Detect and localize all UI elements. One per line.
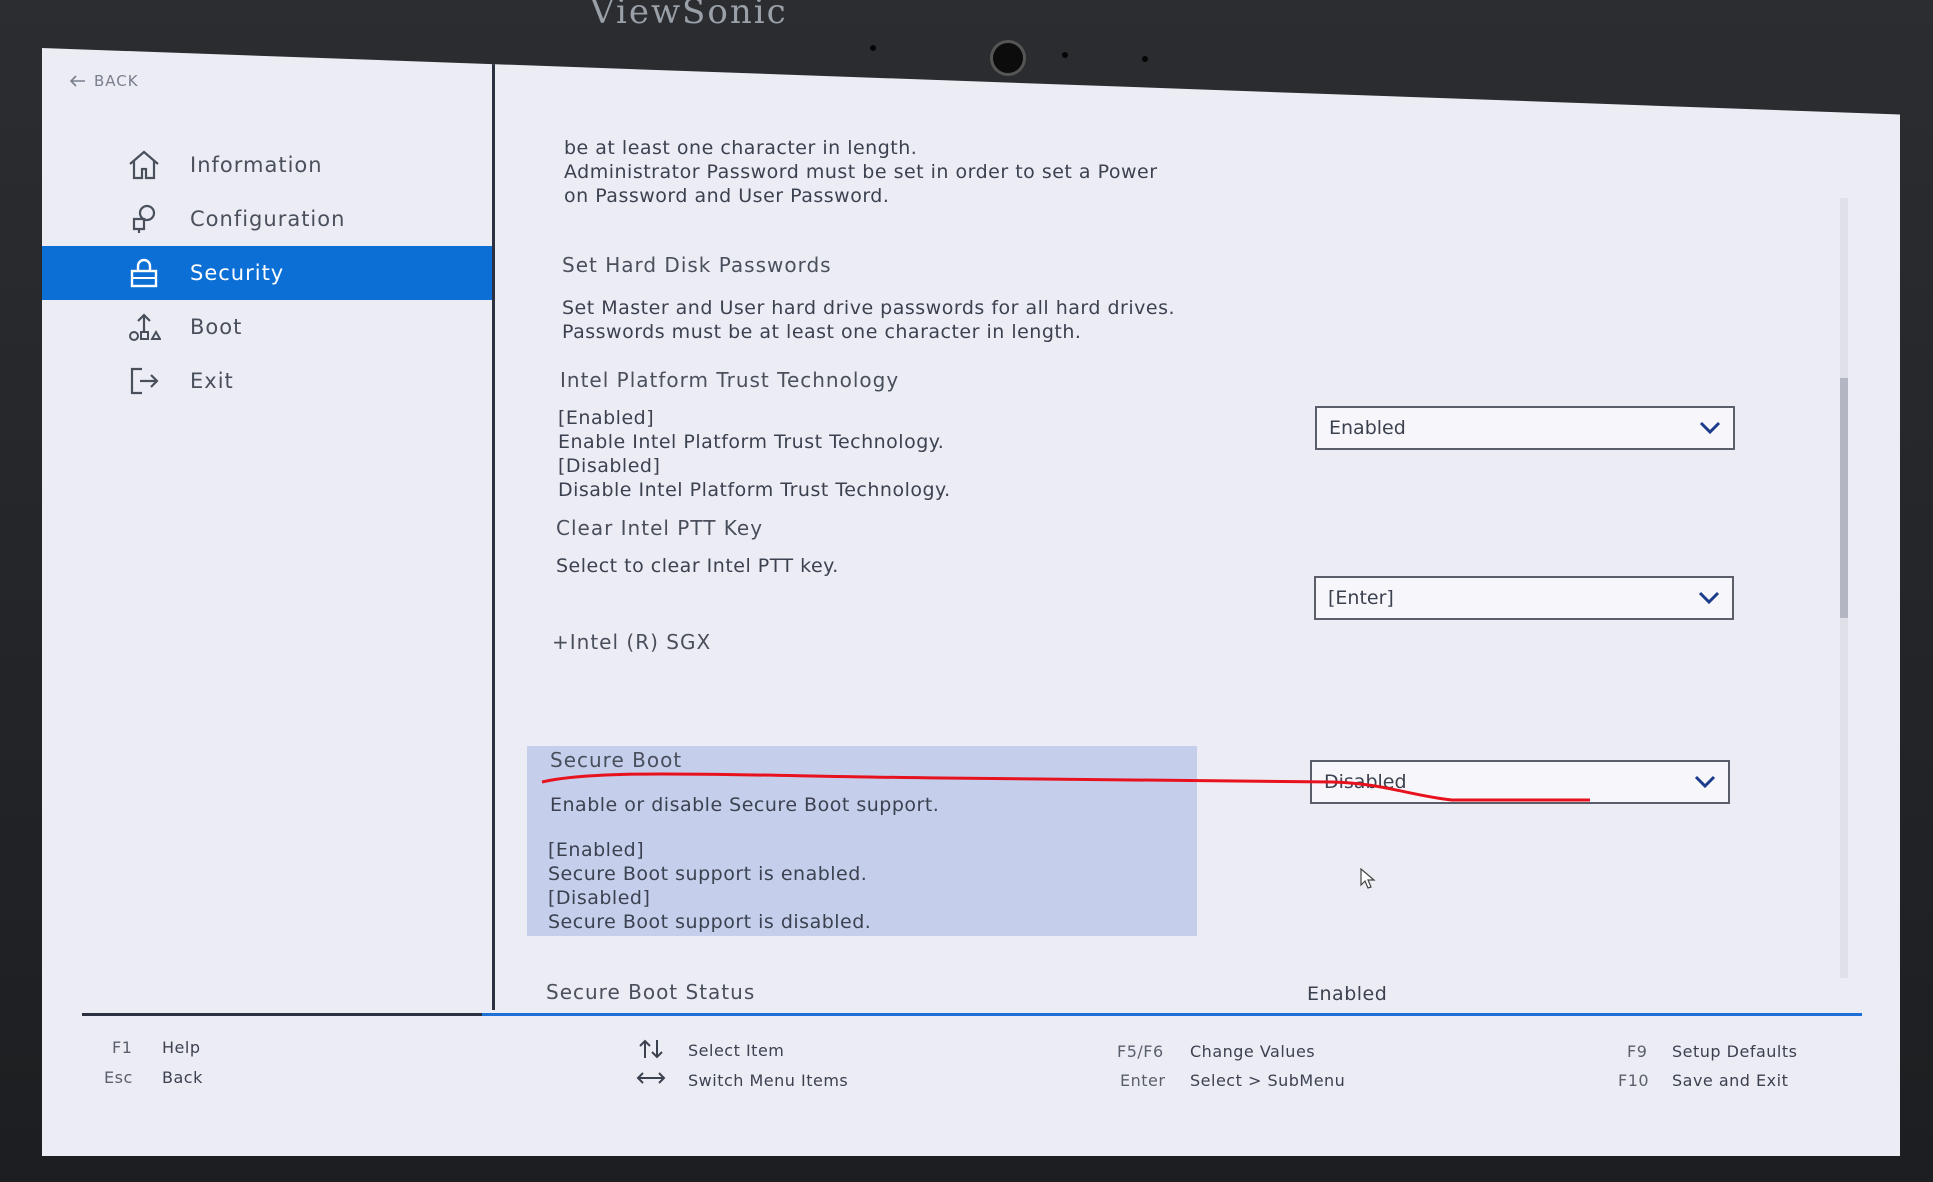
red-annotation-underline xyxy=(541,772,1590,802)
footer-divider-accent xyxy=(482,1013,1862,1016)
enter-key: Enter xyxy=(1120,1071,1166,1090)
change-values-label: Change Values xyxy=(1190,1042,1316,1061)
sensor-dot xyxy=(870,45,876,51)
sensor-dot xyxy=(1142,56,1148,62)
bios-screen: BACK Information Configuration Security … xyxy=(42,48,1900,1156)
save-exit-label: Save and Exit xyxy=(1672,1071,1789,1090)
setup-defaults-key: F9 xyxy=(1627,1042,1648,1061)
switch-menu-label: Switch Menu Items xyxy=(688,1071,849,1090)
left-right-arrows-icon xyxy=(636,1072,666,1084)
back-label-footer: Back xyxy=(162,1068,203,1087)
webcam-icon xyxy=(990,40,1026,76)
help-key: F1 xyxy=(112,1038,133,1057)
up-down-arrows-icon xyxy=(639,1039,663,1059)
change-values-key: F5/F6 xyxy=(1117,1042,1164,1061)
back-key: Esc xyxy=(104,1068,133,1087)
submenu-label: Select > SubMenu xyxy=(1190,1071,1346,1090)
help-label: Help xyxy=(162,1038,201,1057)
mouse-pointer-icon xyxy=(1360,868,1376,889)
sensor-dot xyxy=(1062,52,1068,58)
save-exit-key: F10 xyxy=(1618,1071,1650,1090)
monitor-brand: ViewSonic xyxy=(590,0,788,32)
setup-defaults-label: Setup Defaults xyxy=(1672,1042,1798,1061)
select-item-label: Select Item xyxy=(688,1041,785,1060)
